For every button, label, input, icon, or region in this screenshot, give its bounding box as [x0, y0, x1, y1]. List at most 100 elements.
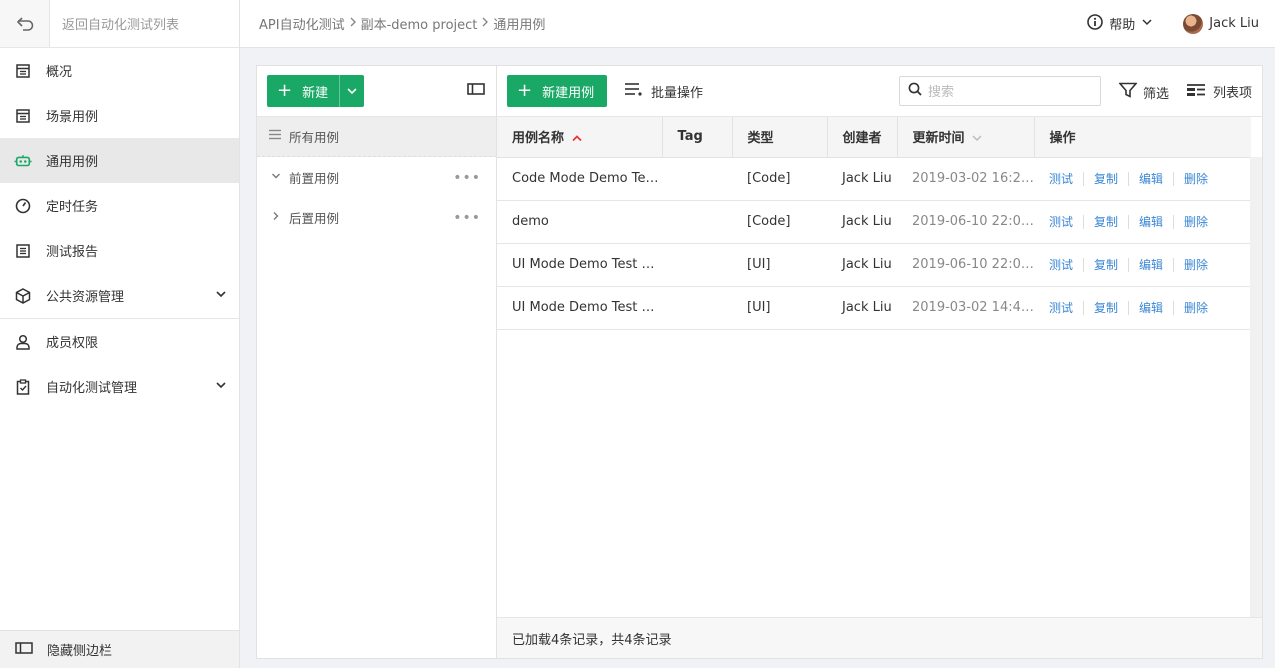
column-header-type[interactable]: 类型	[732, 117, 828, 158]
case-type: [Code]	[732, 200, 827, 244]
test-link[interactable]: 测试	[1049, 299, 1073, 316]
timer-icon	[14, 197, 32, 215]
edit-link[interactable]: 编辑	[1139, 213, 1163, 230]
vertical-scrollbar[interactable]	[1250, 157, 1262, 617]
column-settings-button[interactable]: 列表项	[1187, 82, 1252, 101]
chevron-right-icon[interactable]	[271, 210, 281, 225]
sidebar-item-common-cases[interactable]: 通用用例	[0, 138, 239, 183]
back-icon[interactable]	[0, 0, 50, 47]
sidebar-item-label: 通用用例	[46, 155, 99, 170]
tree-item-label: 后置用例	[289, 210, 340, 226]
case-tag	[662, 286, 732, 330]
sidebar-item-label: 成员权限	[46, 336, 99, 351]
case-toolbar: + 新建用例 批量操作 筛选 列表项	[497, 66, 1262, 117]
chevron-down-icon[interactable]	[215, 379, 227, 395]
sidebar-item-label: 自动化测试管理	[46, 381, 138, 396]
column-header-creator[interactable]: 创建者	[827, 117, 898, 158]
test-link[interactable]: 测试	[1049, 256, 1073, 273]
case-tag	[662, 157, 732, 201]
avatar	[1183, 13, 1204, 34]
chevron-down-icon[interactable]	[271, 170, 281, 185]
header-actions: 帮助 Jack Liu	[1087, 13, 1275, 34]
top-header: API自动化测试 副本-demo project 通用用例 帮助 Jack Li…	[240, 0, 1275, 48]
chevron-down-icon	[347, 88, 357, 95]
table-row[interactable]: UI Mode Demo Test Case [UI] Jack Liu 201…	[497, 243, 1251, 287]
column-header-updated[interactable]: 更新时间	[897, 117, 1035, 158]
new-case-label: 新建用例	[542, 85, 595, 101]
chevron-down-icon	[1141, 16, 1153, 32]
case-updated: 2019-06-10 22:08:00	[897, 200, 1034, 244]
case-list-panel: + 新建用例 批量操作 筛选 列表项	[496, 65, 1263, 659]
overview-icon	[14, 62, 32, 80]
tree-item-all-cases[interactable]: 所有用例	[257, 117, 497, 157]
search-icon	[908, 82, 922, 100]
plus-icon: +	[277, 80, 293, 101]
user-name: Jack Liu	[1209, 16, 1259, 31]
copy-link[interactable]: 复制	[1094, 256, 1118, 273]
table-row[interactable]: demo [Code] Jack Liu 2019-06-10 22:08:00…	[497, 200, 1251, 244]
breadcrumb-item[interactable]: 副本-demo project	[361, 14, 478, 33]
case-type: [Code]	[732, 157, 827, 201]
case-name[interactable]: UI Mode Demo Test Ca...	[497, 286, 662, 330]
back-row[interactable]: 返回自动化测试列表	[0, 0, 239, 48]
case-name[interactable]: UI Mode Demo Test Case	[497, 243, 662, 287]
sidebar-item-scenario-cases[interactable]: 场景用例	[0, 93, 239, 138]
copy-link[interactable]: 复制	[1094, 170, 1118, 187]
case-category-panel: + 新建 所有用例 前置用例 ••• 后置用例 •••	[256, 65, 497, 659]
more-icon[interactable]: •••	[453, 210, 481, 226]
case-tag	[662, 200, 732, 244]
sidebar: 返回自动化测试列表 概况 场景用例 通用用例 定时任务 测试报告 公共资源管理 …	[0, 0, 240, 668]
case-creator: Jack Liu	[827, 200, 897, 244]
test-link[interactable]: 测试	[1049, 170, 1073, 187]
edit-link[interactable]: 编辑	[1139, 170, 1163, 187]
tree-item-label: 前置用例	[289, 170, 340, 186]
case-name[interactable]: Code Mode Demo Test ...	[497, 157, 662, 201]
sidebar-item-overview[interactable]: 概况	[0, 48, 239, 93]
help-menu[interactable]: 帮助	[1087, 13, 1153, 34]
case-name[interactable]: demo	[497, 200, 662, 244]
batch-operation-label: 批量操作	[651, 85, 704, 101]
breadcrumb-item[interactable]: API自动化测试	[259, 14, 345, 33]
hide-sidebar-button[interactable]: 隐藏侧边栏	[0, 630, 239, 668]
column-header-tag[interactable]: Tag	[662, 117, 733, 158]
new-button[interactable]: + 新建	[267, 75, 340, 107]
delete-link[interactable]: 删除	[1184, 170, 1208, 187]
delete-link[interactable]: 删除	[1184, 213, 1208, 230]
filter-label: 筛选	[1143, 86, 1170, 102]
sidebar-item-label: 公共资源管理	[46, 290, 125, 305]
edit-link[interactable]: 编辑	[1139, 299, 1163, 316]
test-link[interactable]: 测试	[1049, 213, 1073, 230]
delete-link[interactable]: 删除	[1184, 256, 1208, 273]
more-icon[interactable]: •••	[453, 170, 481, 186]
sidebar-item-automation-management[interactable]: 自动化测试管理	[0, 364, 239, 409]
tree-item-teardown-cases[interactable]: 后置用例 •••	[257, 197, 497, 237]
panel-collapse-icon[interactable]	[467, 83, 485, 99]
case-creator: Jack Liu	[827, 243, 897, 287]
edit-link[interactable]: 编辑	[1139, 256, 1163, 273]
sort-desc-icon[interactable]	[971, 134, 983, 142]
sidebar-toggle-icon	[15, 641, 33, 658]
sidebar-item-scheduled-tasks[interactable]: 定时任务	[0, 183, 239, 228]
batch-operation-button[interactable]: 批量操作	[625, 82, 703, 101]
filter-icon	[1118, 82, 1138, 102]
filter-button[interactable]: 筛选	[1118, 82, 1170, 102]
scenario-icon	[14, 107, 32, 125]
delete-link[interactable]: 删除	[1184, 299, 1208, 316]
sidebar-item-member-permissions[interactable]: 成员权限	[0, 319, 239, 364]
table-row[interactable]: UI Mode Demo Test Ca... [UI] Jack Liu 20…	[497, 286, 1251, 330]
tree-item-setup-cases[interactable]: 前置用例 •••	[257, 157, 497, 197]
column-header-label: 用例名称	[512, 131, 565, 147]
search-input[interactable]	[928, 83, 1088, 99]
sidebar-item-test-reports[interactable]: 测试报告	[0, 228, 239, 273]
back-label[interactable]: 返回自动化测试列表	[50, 14, 179, 33]
sidebar-item-public-resources[interactable]: 公共资源管理	[0, 273, 239, 318]
sort-asc-icon[interactable]	[571, 134, 583, 142]
copy-link[interactable]: 复制	[1094, 213, 1118, 230]
chevron-down-icon[interactable]	[215, 288, 227, 304]
new-dropdown-button[interactable]	[340, 85, 364, 97]
new-case-button[interactable]: + 新建用例	[507, 75, 607, 107]
user-menu[interactable]: Jack Liu	[1183, 13, 1259, 34]
copy-link[interactable]: 复制	[1094, 299, 1118, 316]
table-row[interactable]: Code Mode Demo Test ... [Code] Jack Liu …	[497, 157, 1251, 201]
column-header-name[interactable]: 用例名称	[497, 117, 663, 158]
